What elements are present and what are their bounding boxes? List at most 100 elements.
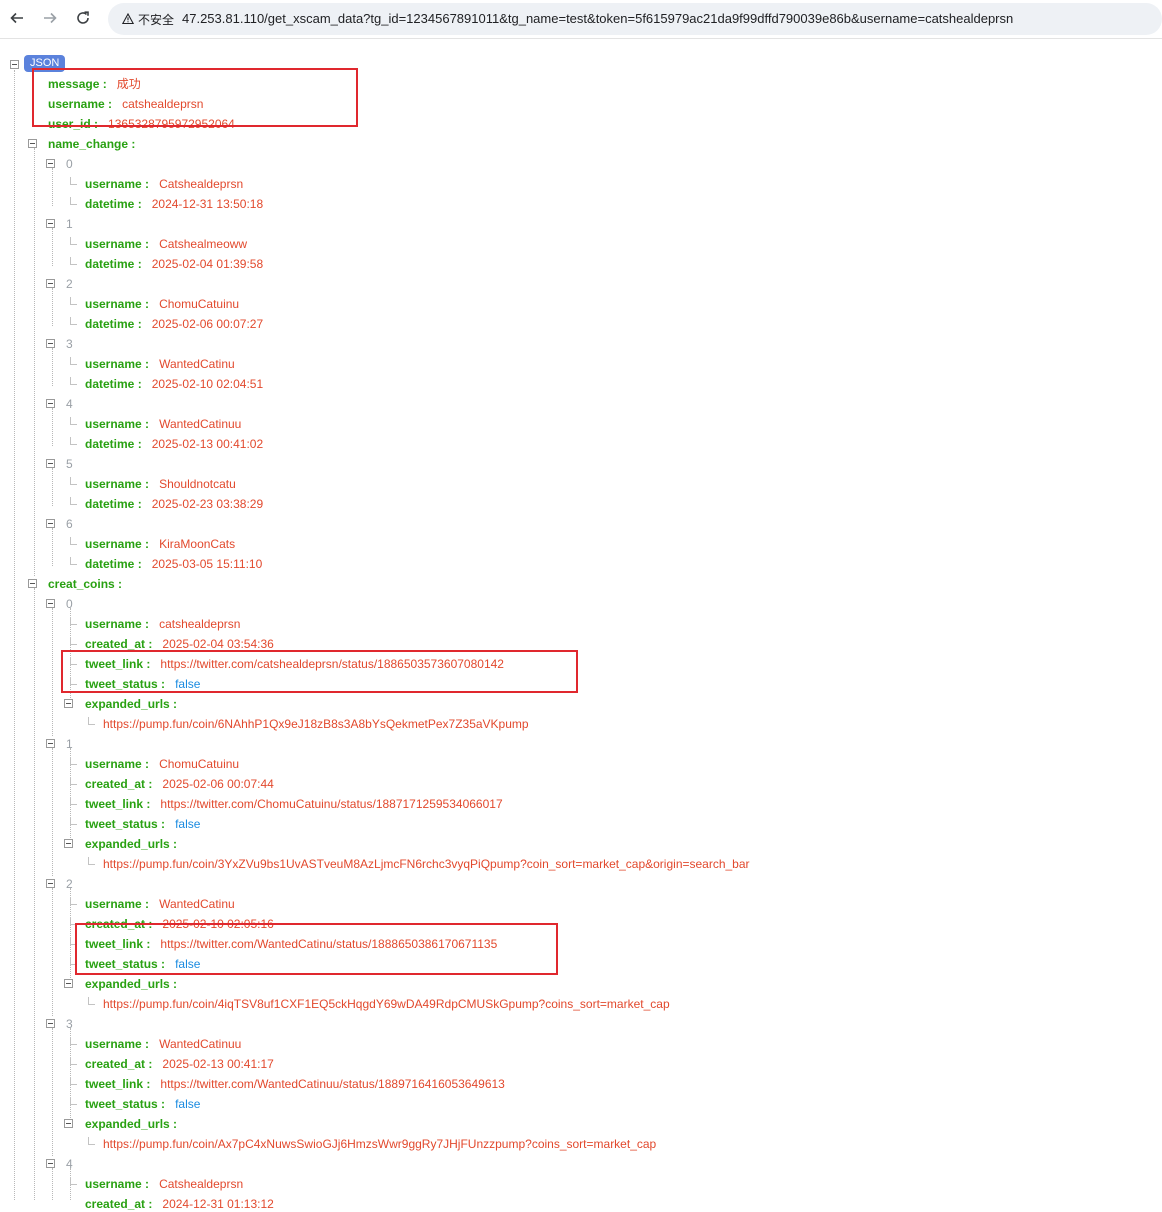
tree-guide-line — [52, 888, 53, 1016]
array-index-row[interactable]: 1 — [66, 216, 73, 232]
json-value[interactable]: https://twitter.com/WantedCatinuu/status… — [160, 1077, 504, 1091]
collapse-toggle-icon[interactable] — [46, 339, 55, 348]
json-value[interactable]: false — [175, 1097, 200, 1111]
array-index: 4 — [66, 397, 73, 411]
json-value[interactable]: 2025-02-13 00:41:02 — [152, 437, 263, 451]
collapse-toggle-icon[interactable] — [64, 1119, 73, 1128]
json-value[interactable]: 2025-02-10 02:04:51 — [152, 377, 263, 391]
tree-guide-line — [52, 528, 53, 566]
json-value[interactable]: false — [175, 817, 200, 831]
key-separator: : — [141, 357, 150, 371]
key-separator: : — [141, 757, 150, 771]
json-value[interactable]: 2025-02-13 00:41:17 — [162, 1057, 273, 1071]
coin-expanded-urls-row[interactable]: expanded_urls : — [85, 976, 177, 992]
creat-coins-key-row[interactable]: creat_coins : — [48, 576, 122, 592]
json-value[interactable]: catshealdeprsn — [159, 617, 240, 631]
json-value[interactable]: 2025-02-06 00:07:27 — [152, 317, 263, 331]
tree-guide-line — [52, 468, 53, 506]
tree-elbow — [70, 537, 77, 545]
tree-guide-line — [52, 288, 53, 326]
tree-guide-line — [52, 1028, 53, 1156]
json-key: username — [85, 477, 142, 491]
json-value[interactable]: ChomuCatuinu — [159, 297, 239, 311]
array-index: 2 — [66, 277, 73, 291]
key-separator: : — [145, 1057, 153, 1071]
key-separator: : — [141, 1177, 150, 1191]
collapse-toggle-icon[interactable] — [64, 839, 73, 848]
json-key: created_at — [85, 637, 146, 651]
back-button[interactable] — [5, 6, 29, 30]
name-change-datetime-row: datetime : 2025-02-06 00:07:27 — [85, 316, 263, 332]
security-indicator[interactable]: 不安全 — [114, 7, 183, 31]
json-value[interactable]: Catshealmeoww — [159, 237, 247, 251]
json-key: tweet_status — [85, 1097, 158, 1111]
collapse-toggle-icon[interactable] — [46, 879, 55, 888]
key-separator: : — [145, 777, 153, 791]
coin-expanded-urls-row[interactable]: expanded_urls : — [85, 696, 177, 712]
key-separator: : — [141, 177, 150, 191]
json-value[interactable]: https://pump.fun/coin/6NAhhP1Qx9eJ18zB8s… — [103, 717, 529, 731]
array-index: 0 — [66, 157, 73, 171]
collapse-toggle-icon[interactable] — [46, 399, 55, 408]
json-value[interactable]: WantedCatinuu — [159, 417, 241, 431]
coin-expanded-urls-row[interactable]: expanded_urls : — [85, 1116, 177, 1132]
array-index-row[interactable]: 0 — [66, 156, 73, 172]
forward-button[interactable] — [38, 6, 62, 30]
json-value[interactable]: Catshealdeprsn — [159, 177, 243, 191]
json-value[interactable]: ChomuCatuinu — [159, 757, 239, 771]
tree-guide-line — [52, 228, 53, 266]
json-value[interactable]: 2025-02-04 01:39:58 — [152, 257, 263, 271]
key-separator: : — [141, 617, 150, 631]
collapse-toggle-icon[interactable] — [46, 599, 55, 608]
array-value-row: https://pump.fun/coin/6NAhhP1Qx9eJ18zB8s… — [103, 716, 529, 732]
collapse-toggle-icon[interactable] — [46, 519, 55, 528]
browser-toolbar: 不安全 47.253.81.110/get_xscam_data?tg_id=1… — [0, 0, 1162, 39]
json-value[interactable]: 2025-02-23 03:38:29 — [152, 497, 263, 511]
collapse-toggle-icon[interactable] — [64, 699, 73, 708]
address-bar[interactable]: 不安全 47.253.81.110/get_xscam_data?tg_id=1… — [108, 3, 1162, 35]
coin-expanded-urls-row[interactable]: expanded_urls : — [85, 836, 177, 852]
json-value[interactable]: WantedCatinu — [159, 357, 235, 371]
tree-guide-line — [34, 148, 35, 576]
collapse-toggle-icon[interactable] — [46, 219, 55, 228]
json-value[interactable]: WantedCatinuu — [159, 1037, 241, 1051]
json-value[interactable]: KiraMoonCats — [159, 537, 235, 551]
json-value[interactable]: Shouldnotcatu — [159, 477, 236, 491]
collapse-toggle-icon[interactable] — [46, 459, 55, 468]
tree-elbow — [70, 1057, 77, 1065]
json-value[interactable]: https://pump.fun/coin/3YxZVu9bs1UvASTveu… — [103, 857, 750, 871]
array-index-row[interactable]: 5 — [66, 456, 73, 472]
tree-elbow — [70, 1077, 77, 1085]
json-value[interactable]: WantedCatinu — [159, 897, 235, 911]
json-value[interactable]: https://pump.fun/coin/4iqTSV8uf1CXF1EQ5c… — [103, 997, 670, 1011]
json-value[interactable]: https://twitter.com/ChomuCatuinu/status/… — [160, 797, 502, 811]
collapse-toggle-icon[interactable] — [46, 159, 55, 168]
collapse-toggle-icon[interactable] — [46, 1019, 55, 1028]
collapse-toggle-icon[interactable] — [46, 1159, 55, 1168]
array-index-row[interactable]: 4 — [66, 396, 73, 412]
key-separator: : — [134, 497, 142, 511]
json-value[interactable]: 2025-02-04 03:54:36 — [162, 637, 273, 651]
json-value[interactable]: 2024-12-31 13:50:18 — [152, 197, 263, 211]
reload-button[interactable] — [71, 6, 95, 30]
json-value[interactable]: 2025-03-05 15:11:10 — [152, 557, 263, 571]
json-key: expanded_urls — [85, 697, 170, 711]
array-index-row[interactable]: 3 — [66, 336, 73, 352]
collapse-toggle-icon[interactable] — [28, 139, 37, 148]
tree-elbow — [70, 437, 77, 445]
collapse-toggle-icon[interactable] — [10, 60, 19, 69]
json-value[interactable]: 2024-12-31 01:13:12 — [162, 1197, 273, 1211]
array-index-row[interactable]: 2 — [66, 276, 73, 292]
collapse-toggle-icon[interactable] — [28, 579, 37, 588]
url-text[interactable]: 47.253.81.110/get_xscam_data?tg_id=12345… — [182, 11, 1013, 26]
array-index-row[interactable]: 6 — [66, 516, 73, 532]
collapse-toggle-icon[interactable] — [64, 979, 73, 988]
json-value[interactable]: Catshealdeprsn — [159, 1177, 243, 1191]
name-change-key-row[interactable]: name_change : — [48, 136, 135, 152]
collapse-toggle-icon[interactable] — [46, 279, 55, 288]
name-change-username-row: username : KiraMoonCats — [85, 536, 235, 552]
json-value[interactable]: https://pump.fun/coin/Ax7pC4xNuwsSwioGJj… — [103, 1137, 656, 1151]
collapse-toggle-icon[interactable] — [46, 739, 55, 748]
reload-icon — [77, 11, 89, 24]
json-value[interactable]: 2025-02-06 00:07:44 — [162, 777, 273, 791]
